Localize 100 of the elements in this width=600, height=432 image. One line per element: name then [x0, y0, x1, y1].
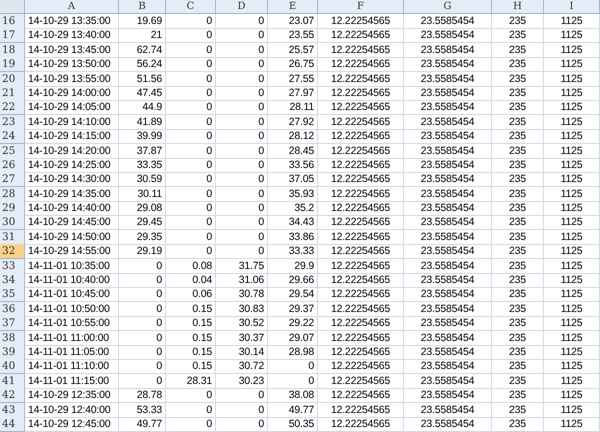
row-header[interactable]: 44 [0, 416, 25, 432]
table-cell: 1125 [544, 316, 600, 332]
table-cell: 1125 [544, 57, 600, 72]
row-header[interactable]: 35 [0, 287, 25, 302]
table-cell: 14-10-29 14:50:00 [25, 230, 119, 245]
select-all-corner[interactable] [0, 0, 25, 13]
table-cell: 0 [166, 14, 216, 29]
table-cell: 29.45 [119, 215, 166, 230]
row-header[interactable]: 16 [0, 14, 25, 29]
table-cell: 0 [166, 201, 216, 216]
table-cell: 0 [166, 388, 216, 404]
table-cell: 12.22254565 [318, 273, 404, 288]
table-cell: 0 [166, 86, 216, 101]
table-cell: 0 [216, 72, 268, 87]
table-cell: 235 [492, 186, 544, 202]
table-cell: 44.9 [119, 100, 166, 116]
row-header[interactable]: 37 [0, 316, 25, 332]
row-header[interactable]: 31 [0, 230, 25, 245]
row-header[interactable]: 22 [0, 100, 25, 116]
row-header[interactable]: 30 [0, 215, 25, 230]
table-cell: 28.12 [268, 129, 318, 144]
table-cell: 0.06 [166, 287, 216, 302]
table-cell: 23.5585454 [404, 374, 492, 389]
row-header[interactable]: 18 [0, 42, 25, 58]
row-header[interactable]: 41 [0, 374, 25, 389]
table-cell: 14-10-29 14:00:00 [25, 86, 119, 101]
row-header[interactable]: 25 [0, 144, 25, 159]
row-header[interactable]: 21 [0, 86, 25, 101]
table-cell: 0 [216, 129, 268, 144]
row-header[interactable]: 32 [0, 244, 25, 260]
table-cell: 29.9 [268, 258, 318, 274]
table-cell: 14-10-29 12:40:00 [25, 402, 119, 418]
table-cell: 235 [492, 86, 544, 101]
table-cell: 14-10-29 12:35:00 [25, 388, 119, 404]
table-cell: 23.5585454 [404, 201, 492, 216]
table-cell: 0 [166, 158, 216, 173]
table-cell: 14-10-29 14:20:00 [25, 144, 119, 159]
table-cell: 235 [492, 302, 544, 317]
table-cell: 47.45 [119, 86, 166, 101]
table-cell: 23.5585454 [404, 72, 492, 87]
table-cell: 23.5585454 [404, 172, 492, 188]
column-header[interactable]: A [25, 0, 119, 13]
row-header[interactable]: 36 [0, 302, 25, 317]
row-header[interactable]: 43 [0, 402, 25, 418]
row-header[interactable]: 19 [0, 57, 25, 72]
table-cell: 0 [216, 230, 268, 245]
table-cell: 0 [119, 344, 166, 360]
table-cell: 37.87 [119, 144, 166, 159]
column-header[interactable]: D [216, 0, 268, 13]
table-cell: 29.22 [268, 316, 318, 332]
table-cell: 12.22254565 [318, 287, 404, 302]
column-header[interactable]: B [119, 0, 166, 13]
row-header[interactable]: 26 [0, 158, 25, 173]
table-cell: 0 [216, 402, 268, 418]
table-cell: 235 [492, 416, 544, 432]
table-cell: 0 [166, 172, 216, 188]
table-cell: 235 [492, 114, 544, 130]
table-cell: 1125 [544, 273, 600, 288]
column-header[interactable]: C [166, 0, 216, 13]
table-cell: 23.5585454 [404, 244, 492, 260]
table-cell: 49.77 [119, 416, 166, 432]
row-header[interactable]: 33 [0, 258, 25, 274]
row-header[interactable]: 29 [0, 201, 25, 216]
table-cell: 27.92 [268, 114, 318, 130]
row-header[interactable]: 39 [0, 344, 25, 360]
column-header[interactable]: I [544, 0, 600, 13]
table-cell: 38.08 [268, 388, 318, 404]
table-cell: 0 [216, 100, 268, 116]
table-cell: 14-10-29 14:40:00 [25, 201, 119, 216]
row-header[interactable]: 20 [0, 72, 25, 87]
table-cell: 0 [166, 230, 216, 245]
column-header[interactable]: F [318, 0, 404, 13]
table-cell: 235 [492, 42, 544, 58]
table-cell: 14-10-29 14:45:00 [25, 215, 119, 230]
table-cell: 14-11-01 11:05:00 [25, 344, 119, 360]
table-cell: 0 [166, 28, 216, 44]
table-cell: 0 [119, 330, 166, 346]
table-cell: 19.69 [119, 14, 166, 29]
table-cell: 14-11-01 10:50:00 [25, 302, 119, 317]
table-cell: 0.15 [166, 359, 216, 374]
row-header[interactable]: 38 [0, 330, 25, 346]
row-header[interactable]: 24 [0, 129, 25, 144]
column-header[interactable]: E [268, 0, 318, 13]
table-cell: 49.77 [268, 402, 318, 418]
table-cell: 29.37 [268, 302, 318, 317]
row-header[interactable]: 27 [0, 172, 25, 188]
row-header[interactable]: 40 [0, 359, 25, 374]
table-cell: 12.22254565 [318, 359, 404, 374]
column-header[interactable]: G [404, 0, 492, 13]
table-cell: 1125 [544, 287, 600, 302]
row-header[interactable]: 28 [0, 186, 25, 202]
row-header[interactable]: 34 [0, 273, 25, 288]
column-header[interactable]: H [492, 0, 544, 13]
table-cell: 21 [119, 28, 166, 44]
row-header[interactable]: 23 [0, 114, 25, 130]
table-cell: 28.98 [268, 344, 318, 360]
row-header[interactable]: 42 [0, 388, 25, 404]
table-cell: 50.35 [268, 416, 318, 432]
table-cell: 0 [119, 374, 166, 389]
row-header[interactable]: 17 [0, 28, 25, 44]
